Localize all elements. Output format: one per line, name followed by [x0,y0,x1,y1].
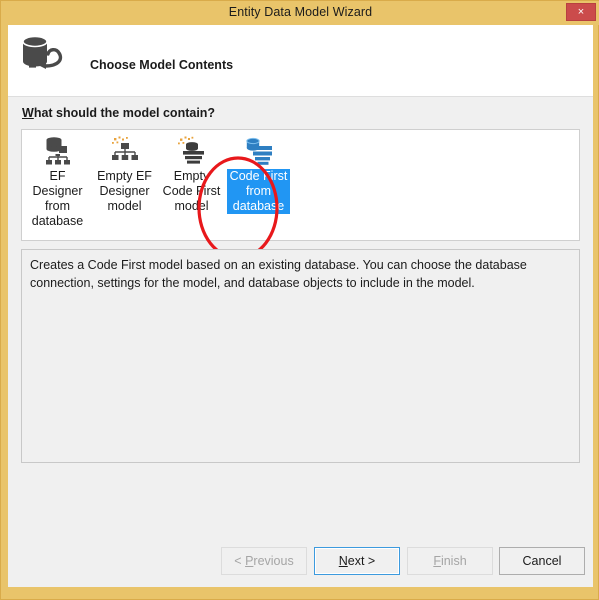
model-item-label: Code First from database [227,169,290,214]
wizard-window: Entity Data Model Wizard × Choose Model … [0,0,599,600]
model-contents-panel: EF Designer from database Empty EF Desig… [21,129,580,260]
next-rest: ext > [347,554,376,568]
model-description-text: Creates a Code First model based on an e… [30,258,527,290]
database-hierarchy-icon [41,136,75,166]
model-list: EF Designer from database Empty EF Desig… [22,134,290,229]
cancel-button[interactable]: Cancel [499,547,585,575]
model-item-label: Empty Code First model [162,169,221,213]
wizard-button-bar: < Previous Next > Finish Cancel [8,547,593,587]
previous-rest: revious [253,554,294,568]
finish-button[interactable]: Finish [407,547,493,575]
model-item-label: EF Designer from database [31,169,84,228]
model-item-code-first-from-database[interactable]: Code First from database [227,134,290,214]
model-item-label: Empty EF Designer model [97,169,152,213]
database-plug-icon [15,27,77,89]
next-accel: N [338,554,348,568]
window-title: Entity Data Model Wizard [228,5,373,19]
model-item-ef-designer-from-database[interactable]: EF Designer from database [26,134,89,229]
wizard-body: What should the model contain? EF Design… [8,97,593,587]
cancel-rest: Cancel [522,554,562,568]
blue-database-layers-icon [242,136,276,166]
section-label-accel: W [22,106,34,120]
next-button[interactable]: Next > [314,547,400,575]
finish-accel: F [433,554,441,568]
title-bar: Entity Data Model Wizard × [1,1,599,25]
previous-button[interactable]: < Previous [221,547,307,575]
section-label: What should the model contain? [22,106,215,120]
close-icon[interactable]: × [566,3,596,21]
model-item-empty-code-first-model[interactable]: Empty Code First model [160,134,223,214]
previous-prefix: < [234,554,246,568]
model-description-panel: Creates a Code First model based on an e… [21,249,580,463]
model-item-empty-ef-designer-model[interactable]: Empty EF Designer model [93,134,156,214]
wizard-header: Choose Model Contents [8,25,593,97]
finish-rest: inish [440,554,467,568]
page-title: Choose Model Contents [90,58,234,72]
sparkle-layers-icon [175,136,209,166]
section-label-rest: hat should the model contain? [33,106,216,120]
sparkle-hierarchy-icon [108,136,142,166]
